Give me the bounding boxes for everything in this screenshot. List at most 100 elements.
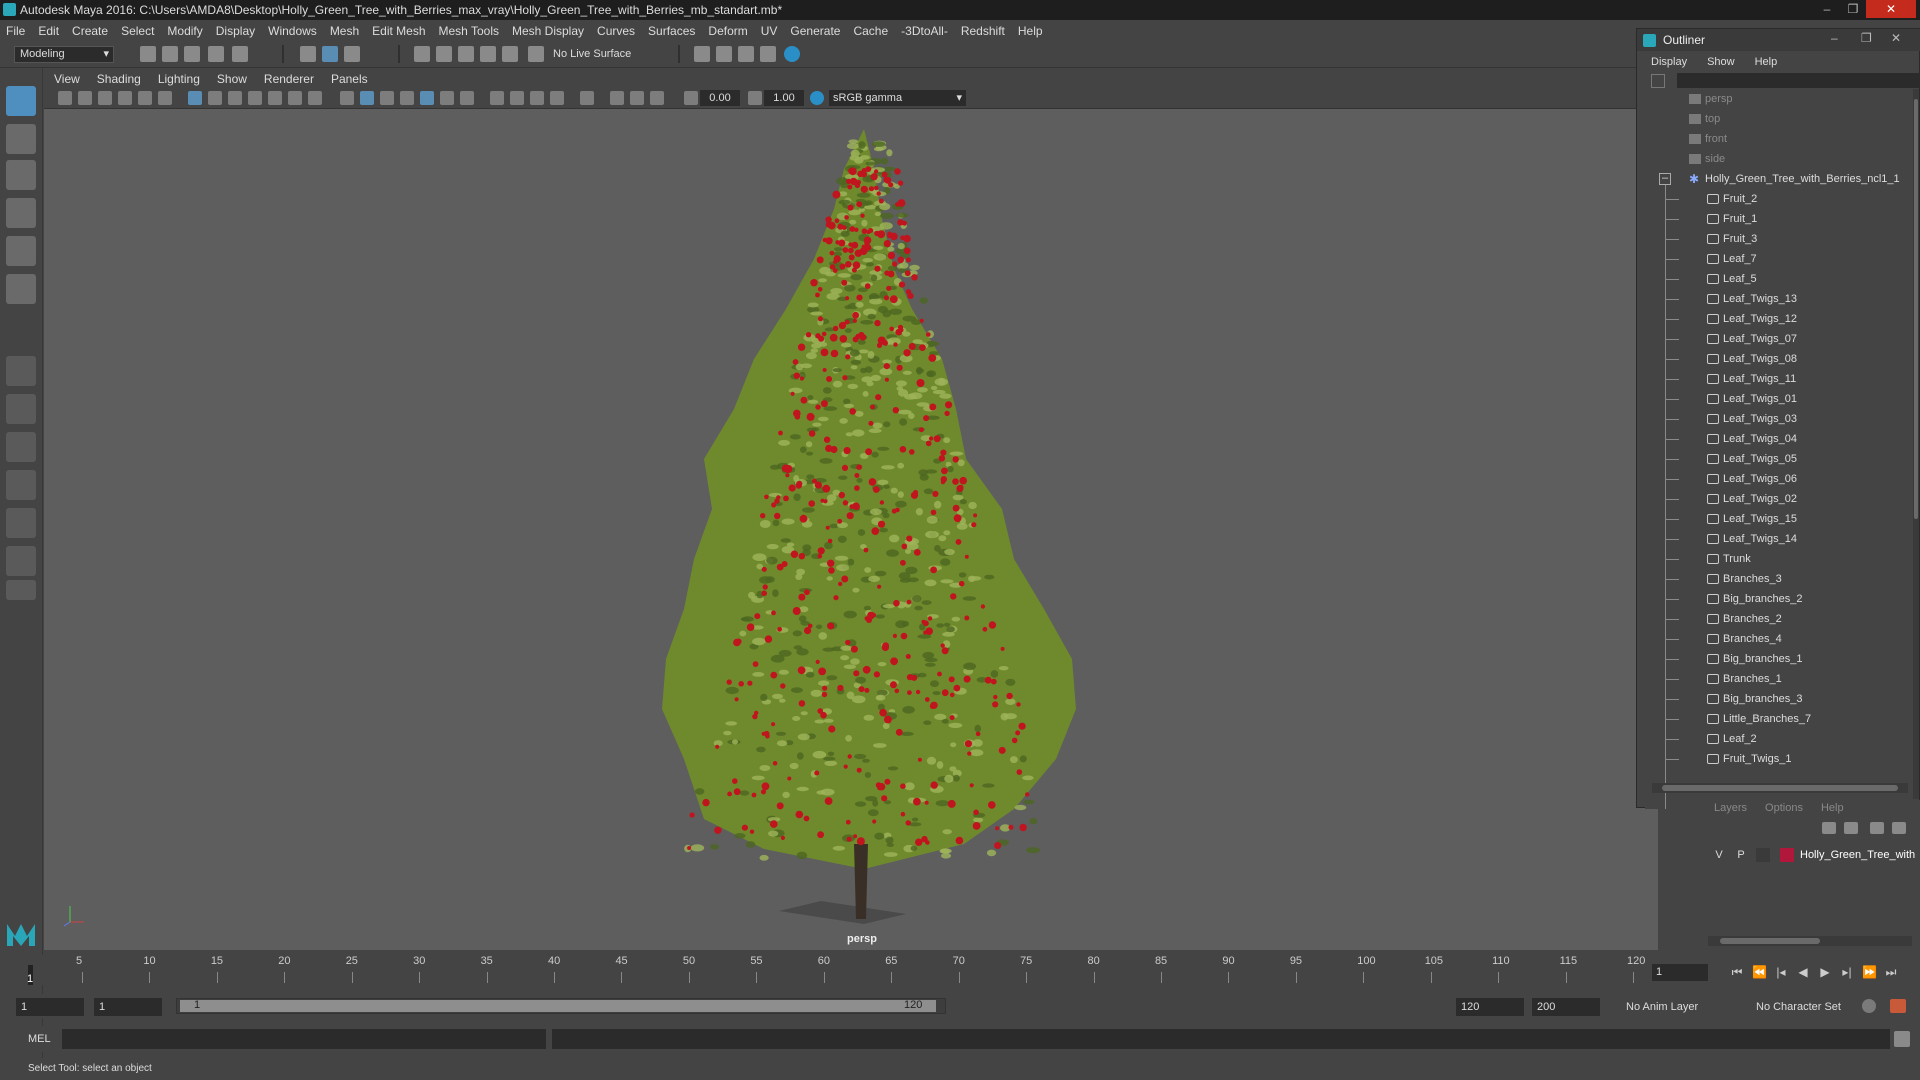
outliner-row-mesh[interactable]: Branches_1: [1645, 669, 1907, 689]
xray-icon[interactable]: [610, 91, 624, 105]
menu-generate[interactable]: Generate: [790, 24, 840, 38]
scene-end-field[interactable]: 200: [1532, 998, 1600, 1016]
layer-menu-help[interactable]: Help: [1821, 802, 1844, 814]
menu-mesh[interactable]: Mesh: [330, 24, 359, 38]
step-back-key-icon[interactable]: |◂: [1774, 965, 1788, 979]
field-chart-icon[interactable]: [268, 91, 282, 105]
menu-edit[interactable]: Edit: [38, 24, 59, 38]
outliner-menu-show[interactable]: Show: [1707, 56, 1735, 68]
save-scene-icon[interactable]: [184, 46, 200, 62]
outliner-scrollbar-vertical[interactable]: [1913, 89, 1919, 799]
character-set-dropdown[interactable]: No Character Set: [1756, 998, 1874, 1016]
lasso-tool-icon[interactable]: [6, 124, 36, 154]
outliner-row-mesh[interactable]: Leaf_Twigs_06: [1645, 469, 1907, 489]
ipr-render-icon[interactable]: [738, 46, 754, 62]
viewport-menu-view[interactable]: View: [54, 72, 80, 86]
scrollbar-thumb[interactable]: [1662, 785, 1898, 791]
two-pane-layout-icon[interactable]: [6, 432, 36, 462]
outliner-menu-help[interactable]: Help: [1755, 56, 1778, 68]
collapse-toggle-icon[interactable]: –: [1659, 173, 1671, 185]
menu-redshift[interactable]: Redshift: [961, 24, 1005, 38]
menu-deform[interactable]: Deform: [708, 24, 747, 38]
wireframe-icon[interactable]: [340, 91, 354, 105]
gate-mask-icon[interactable]: [248, 91, 262, 105]
go-to-end-icon[interactable]: ⏭: [1884, 965, 1898, 979]
single-pane-layout-icon[interactable]: [6, 356, 36, 386]
outliner-menu-display[interactable]: Display: [1651, 56, 1687, 68]
layer-color-swatch[interactable]: [1780, 848, 1794, 862]
select-object-icon[interactable]: [322, 46, 338, 62]
film-gate-icon[interactable]: [208, 91, 222, 105]
depth-of-field-icon[interactable]: [550, 91, 564, 105]
xray-active-icon[interactable]: [630, 91, 644, 105]
play-backwards-icon[interactable]: ◀: [1796, 965, 1810, 979]
menu-surfaces[interactable]: Surfaces: [648, 24, 695, 38]
play-forwards-icon[interactable]: ▶: [1818, 965, 1832, 979]
outliner-row-camera[interactable]: front: [1645, 129, 1907, 149]
outliner-maximize-button[interactable]: ❐: [1861, 31, 1872, 45]
outliner-close-button[interactable]: ✕: [1891, 31, 1901, 45]
outliner-row-mesh[interactable]: Leaf_Twigs_11: [1645, 369, 1907, 389]
outliner-row-mesh[interactable]: Leaf_Twigs_07: [1645, 329, 1907, 349]
safe-action-icon[interactable]: [288, 91, 302, 105]
viewport-menu-lighting[interactable]: Lighting: [158, 72, 200, 86]
outliner-row-mesh[interactable]: Big_branches_1: [1645, 649, 1907, 669]
step-forward-key-icon[interactable]: ▸|: [1840, 965, 1854, 979]
snap-curve-icon[interactable]: [436, 46, 452, 62]
smooth-shade-icon[interactable]: [360, 91, 374, 105]
new-layer-selected-icon[interactable]: [1892, 822, 1906, 834]
outliner-layout-icon[interactable]: [6, 470, 36, 500]
layer-menu-layers[interactable]: Layers: [1714, 802, 1747, 814]
time-slider[interactable]: [24, 955, 1660, 985]
color-management-icon[interactable]: [810, 91, 824, 105]
step-back-frame-icon[interactable]: ⏪: [1752, 965, 1767, 979]
snap-point-icon[interactable]: [458, 46, 474, 62]
menu-uv[interactable]: UV: [761, 24, 778, 38]
move-layer-up-icon[interactable]: [1822, 822, 1836, 834]
isolate-select-icon[interactable]: [580, 91, 594, 105]
viewport-menu-renderer[interactable]: Renderer: [264, 72, 314, 86]
exposure-icon[interactable]: [684, 91, 698, 105]
menu-3dtoall[interactable]: -3DtoAll-: [901, 24, 948, 38]
view-transform-dropdown[interactable]: sRGB gamma ▾: [829, 90, 966, 106]
graph-layout-icon[interactable]: [6, 508, 36, 538]
anim-layer-dropdown[interactable]: No Anim Layer: [1626, 998, 1742, 1016]
scrollbar-thumb[interactable]: [1914, 99, 1918, 519]
outliner-row-mesh[interactable]: Leaf_Twigs_01: [1645, 389, 1907, 409]
scale-tool-icon[interactable]: [6, 274, 36, 304]
gamma-icon[interactable]: [748, 91, 762, 105]
perspective-viewport[interactable]: [44, 109, 1658, 950]
paint-select-tool-icon[interactable]: [6, 160, 36, 190]
two-d-pan-icon[interactable]: [138, 91, 152, 105]
render-settings-icon[interactable]: [694, 46, 710, 62]
outliner-row-mesh[interactable]: Leaf_Twigs_14: [1645, 529, 1907, 549]
outliner-row-mesh[interactable]: Fruit_3: [1645, 229, 1907, 249]
menu-modify[interactable]: Modify: [167, 24, 202, 38]
outliner-row-mesh[interactable]: Leaf_Twigs_12: [1645, 309, 1907, 329]
menu-curves[interactable]: Curves: [597, 24, 635, 38]
outliner-row-mesh[interactable]: Leaf_Twigs_04: [1645, 429, 1907, 449]
default-material-icon[interactable]: [380, 91, 394, 105]
image-plane-icon[interactable]: [118, 91, 132, 105]
scrollbar-thumb[interactable]: [1720, 938, 1820, 944]
more-layouts-icon[interactable]: [6, 580, 36, 600]
outliner-row-camera[interactable]: top: [1645, 109, 1907, 129]
menu-set-dropdown[interactable]: Modeling ▾: [14, 46, 114, 63]
snap-grid-icon[interactable]: [414, 46, 430, 62]
outliner-row-mesh[interactable]: Leaf_Twigs_03: [1645, 409, 1907, 429]
multisample-aa-icon[interactable]: [530, 91, 544, 105]
layer-reference-toggle[interactable]: [1756, 848, 1770, 862]
scene-start-field[interactable]: 1: [16, 998, 84, 1016]
outliner-row-camera[interactable]: persp: [1645, 89, 1907, 109]
command-input[interactable]: [62, 1029, 546, 1049]
camera-attributes-icon[interactable]: [78, 91, 92, 105]
menu-display[interactable]: Display: [216, 24, 255, 38]
outliner-row-mesh[interactable]: Leaf_2: [1645, 729, 1907, 749]
menu-mesh-tools[interactable]: Mesh Tools: [439, 24, 499, 38]
xray-joints-icon[interactable]: [650, 91, 664, 105]
outliner-row-camera[interactable]: side: [1645, 149, 1907, 169]
four-pane-layout-icon[interactable]: [6, 394, 36, 424]
select-tool-icon[interactable]: [6, 86, 36, 116]
close-button[interactable]: ✕: [1866, 0, 1916, 18]
outliner-row-mesh[interactable]: Fruit_2: [1645, 189, 1907, 209]
